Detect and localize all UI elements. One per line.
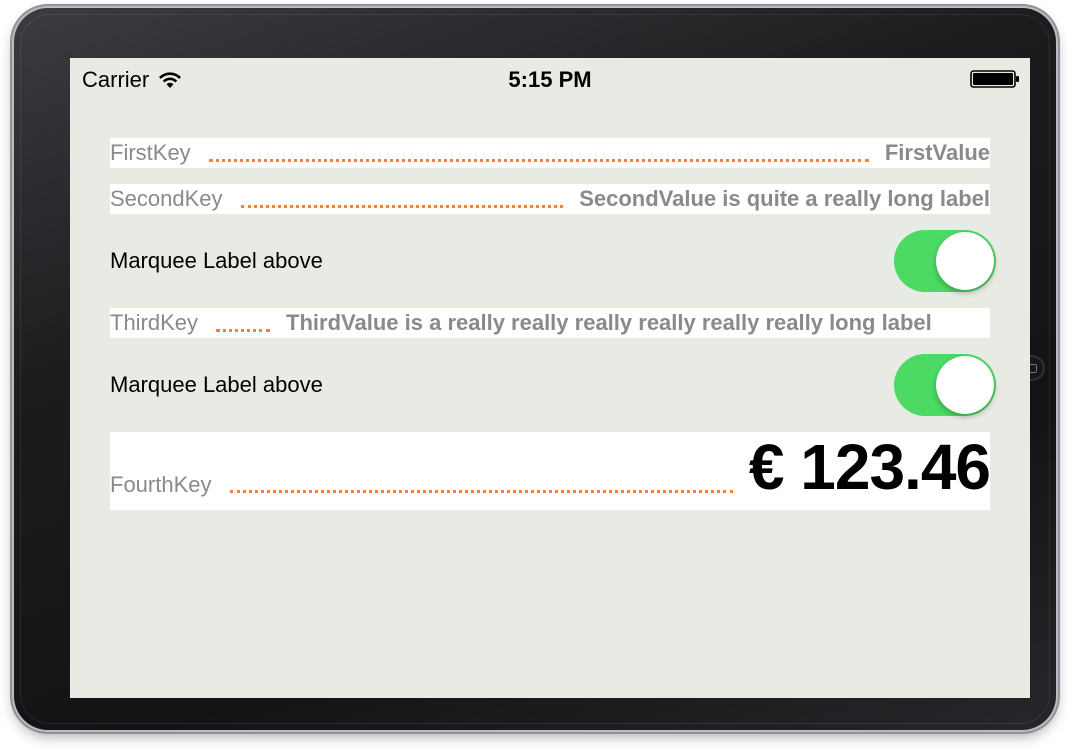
key-value-row-third: ThirdKey ThirdValue is a really really r… [110,308,990,338]
toggle-knob [936,356,994,414]
key-value-row-first: FirstKey FirstValue [110,138,990,168]
key-value-row-fourth: FourthKey € 123.46 [110,432,990,510]
key-value-row-second: SecondKey SecondValue is quite a really … [110,184,990,214]
key-label: FirstKey [110,140,191,165]
marquee-switch-row-1: Marquee Label above [110,230,996,292]
marquee-switch-row-2: Marquee Label above [110,354,996,416]
value-label: ThirdValue is a really really really rea… [286,310,932,335]
switch-label: Marquee Label above [110,372,323,397]
screen: Carrier 5:15 PM FirstKey FirstValue Seco… [70,58,1030,698]
dotted-leader [229,490,733,493]
dotted-leader [216,328,271,332]
dotted-leader [240,204,564,208]
battery-icon [970,70,1019,88]
marquee-toggle-2[interactable] [894,354,996,416]
key-label: SecondKey [110,186,223,211]
toggle-knob [936,232,994,290]
status-time: 5:15 PM [508,67,592,92]
dotted-leader [208,158,869,162]
key-label: ThirdKey [110,310,199,335]
value-label: FirstValue [884,140,990,165]
ipad-frame: Carrier 5:15 PM FirstKey FirstValue Seco… [14,8,1056,730]
value-label: SecondValue is quite a really long label [579,186,990,211]
status-bar: Carrier 5:15 PM [70,58,1030,98]
marquee-toggle-1[interactable] [894,230,996,292]
key-label: FourthKey [110,472,212,497]
switch-label: Marquee Label above [110,248,323,273]
price-value: € 123.46 [748,432,990,503]
